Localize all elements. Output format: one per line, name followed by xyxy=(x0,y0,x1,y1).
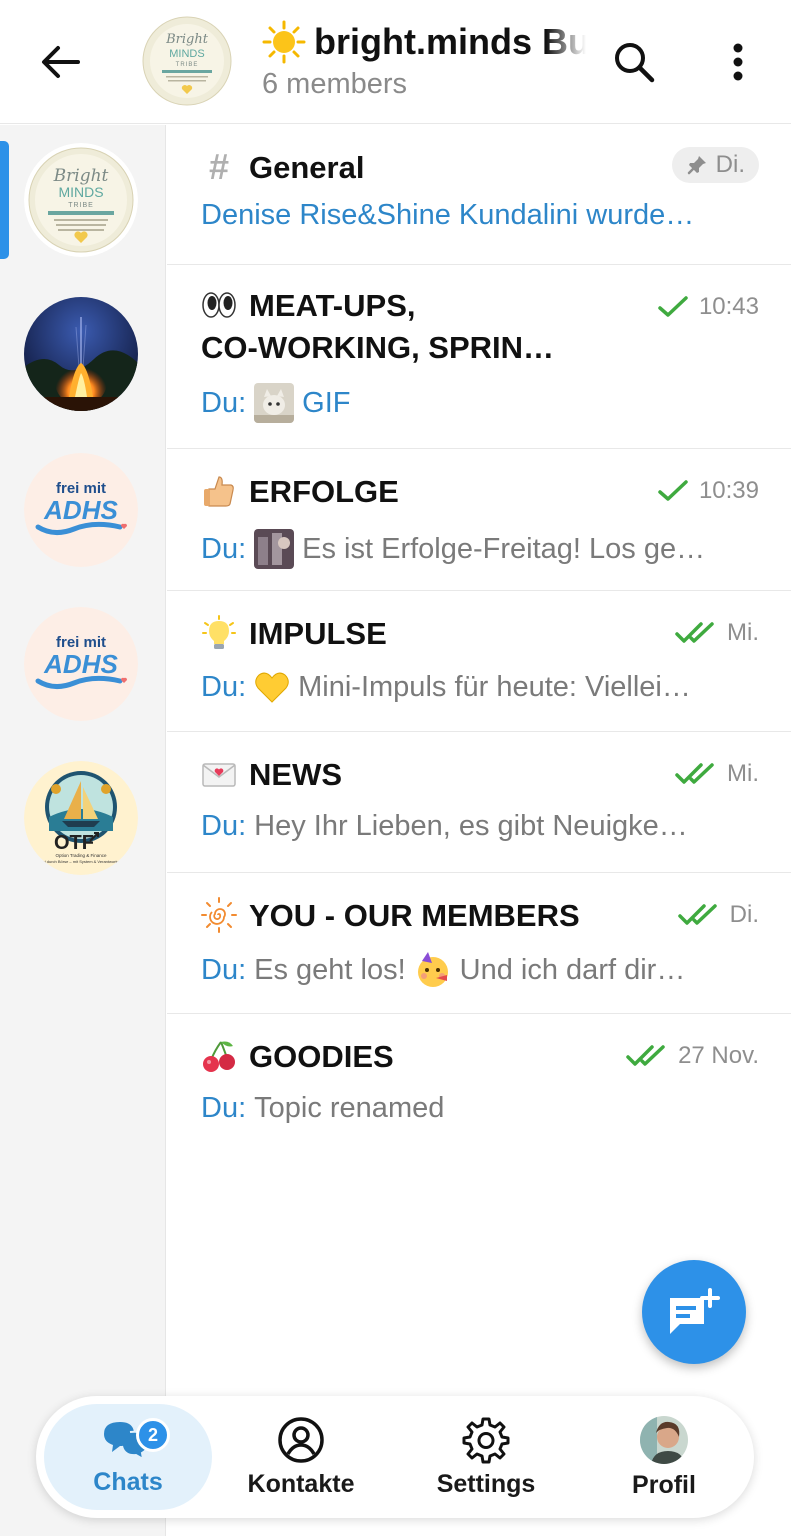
topic-title: GOODIES xyxy=(201,1036,394,1078)
logo-text-minds: MINDS xyxy=(169,48,204,60)
topic-time: 10:39 xyxy=(698,477,759,504)
topic-meta: Mi. xyxy=(675,760,759,788)
topic-preview: Du: Hey Ihr Lieben, es gibt Neuigke… xyxy=(201,810,688,842)
arrow-left-icon xyxy=(42,46,80,78)
sidebar-item-otf[interactable]: OTF Option Trading & Finance Frei durch … xyxy=(24,761,138,875)
double-check-icon xyxy=(626,1045,665,1066)
topic-meta: 27 Nov. xyxy=(626,1042,759,1070)
sidebar-item-frei-mit-adhs-2[interactable]: frei mit ADHS xyxy=(24,607,138,721)
bottom-navigation: Chats 2 Kontakte Settings Profil xyxy=(36,1396,754,1518)
logo-text-tribe: TRIBE xyxy=(68,202,94,209)
topic-meta: 10:39 xyxy=(657,477,759,505)
search-button[interactable] xyxy=(606,36,662,88)
logo-text-adhs: ADHS xyxy=(43,649,118,679)
logo-text-bright: Bright xyxy=(165,32,209,47)
topic-time: Di. xyxy=(729,901,759,928)
member-count: 6 members xyxy=(262,68,408,100)
topic-meta: Mi. xyxy=(675,619,759,647)
topic-row-meat-ups[interactable]: MEAT-UPS, CO-WORKING, SPRIN… 10:43 Du: G… xyxy=(167,265,791,449)
check-icon xyxy=(658,296,688,317)
topic-meta: Di. xyxy=(671,147,759,183)
topic-time: 10:43 xyxy=(698,293,759,320)
topic-row-news[interactable]: NEWS Mi. Du: Hey Ihr Lieben, es gibt Neu… xyxy=(167,732,791,873)
double-check-icon xyxy=(675,622,714,643)
sun-icon xyxy=(262,20,306,64)
topic-row-erfolge[interactable]: ERFOLGE 10:39 Du: Es ist Erfolge-Freitag… xyxy=(167,449,791,591)
selected-indicator xyxy=(0,141,9,259)
topic-row-goodies[interactable]: GOODIES 27 Nov. Du: Topic renamed xyxy=(167,1014,791,1155)
topic-meta: Di. xyxy=(677,901,759,929)
topic-preview: Du: Topic renamed xyxy=(201,1092,445,1124)
pinned-badge: Di. xyxy=(671,147,759,183)
more-vert-icon xyxy=(733,43,743,81)
topic-title: # General xyxy=(201,147,364,189)
topic-title: ERFOLGE xyxy=(201,471,399,513)
logo-text-otf: OTF xyxy=(54,832,94,854)
gif-thumbnail xyxy=(254,383,295,423)
check-icon xyxy=(658,480,688,501)
nav-settings[interactable]: Settings xyxy=(408,1396,564,1518)
pin-icon xyxy=(687,156,706,175)
group-avatar[interactable]: Bright MINDS TRIBE xyxy=(142,16,232,106)
sidebar-item-frei-mit-adhs[interactable]: frei mit ADHS xyxy=(24,453,138,567)
double-check-icon xyxy=(677,904,717,925)
logo-text-otf-tagline: Frei durch Börse – mit System & Verantwo… xyxy=(39,859,123,864)
logo-text-minds: MINDS xyxy=(58,184,103,200)
love-letter-emoji-icon xyxy=(202,763,236,787)
logo-text-otf-sub: Option Trading & Finance xyxy=(55,853,107,858)
sun-swirl-emoji-icon xyxy=(201,897,237,933)
topic-meta: 10:43 xyxy=(657,293,759,321)
topic-preview: Denise Rise&Shine Kundalini wurde… xyxy=(201,199,695,231)
topic-list: # General Di. Denise Rise&Shine Kundalin… xyxy=(167,125,791,1155)
topic-preview: Du: Es geht los! Und ich darf dir… xyxy=(201,951,755,989)
topic-preview: Du: Es ist Erfolge-Freitag! Los ge… xyxy=(201,529,755,569)
party-face-emoji-icon xyxy=(417,952,448,987)
topic-title: MEAT-UPS, CO-WORKING, SPRIN… xyxy=(201,288,555,365)
hash-icon: # xyxy=(208,146,230,187)
image-thumbnail xyxy=(254,529,295,569)
search-icon xyxy=(615,43,655,83)
topic-preview: Du: Mini-Impuls für heute: Viellei… xyxy=(201,669,755,705)
new-message-icon xyxy=(670,1288,720,1334)
back-button[interactable] xyxy=(30,36,90,88)
topic-time: Mi. xyxy=(727,760,759,787)
topic-row-impulse[interactable]: IMPULSE Mi. Du: Mini-Impuls für heute: V… xyxy=(167,591,791,732)
group-title[interactable]: bright.minds Bu xyxy=(262,20,586,64)
yellow-heart-emoji-icon xyxy=(255,672,289,703)
nav-profile[interactable]: Profil xyxy=(592,1396,736,1518)
topic-row-you-our-members[interactable]: YOU - OUR MEMBERS Di. Du: Es geht los! U… xyxy=(167,873,791,1014)
topic-title: NEWS xyxy=(201,754,342,796)
sidebar-item-bright-minds[interactable]: Bright MINDS TRIBE xyxy=(24,143,138,257)
topic-time: 27 Nov. xyxy=(678,1042,759,1069)
double-check-icon xyxy=(675,763,714,784)
logo-text-adhs: ADHS xyxy=(43,495,118,525)
topic-preview: Du: GIF xyxy=(201,383,755,423)
lightbulb-emoji-icon xyxy=(202,615,236,649)
new-topic-button[interactable] xyxy=(642,1260,746,1364)
sidebar-item-campfire[interactable] xyxy=(24,297,138,411)
eyes-emoji-icon xyxy=(202,292,236,318)
profile-avatar xyxy=(640,1415,688,1464)
topic-title: YOU - OUR MEMBERS xyxy=(201,895,580,937)
contacts-icon xyxy=(278,1416,324,1463)
community-sidebar: Bright MINDS TRIBE frei mit ADHS frei mi… xyxy=(0,125,166,1536)
thumbs-up-emoji-icon xyxy=(204,476,234,507)
topic-title: IMPULSE xyxy=(201,613,387,655)
logo-text-bright: Bright xyxy=(53,166,109,186)
top-app-bar: Bright MINDS TRIBE bright.minds Bu 6 mem… xyxy=(0,0,791,124)
more-options-button[interactable] xyxy=(712,36,764,88)
topic-time: Mi. xyxy=(727,619,759,646)
nav-contacts[interactable]: Kontakte xyxy=(222,1396,380,1518)
logo-text-tribe: TRIBE xyxy=(176,62,199,68)
topic-time: Di. xyxy=(715,151,745,178)
settings-gear-icon xyxy=(462,1417,510,1463)
topic-row-general[interactable]: # General Di. Denise Rise&Shine Kundalin… xyxy=(167,125,791,265)
unread-badge: 2 xyxy=(136,1418,170,1452)
cherries-emoji-icon xyxy=(203,1041,235,1072)
nav-chats[interactable]: Chats 2 xyxy=(44,1404,212,1510)
